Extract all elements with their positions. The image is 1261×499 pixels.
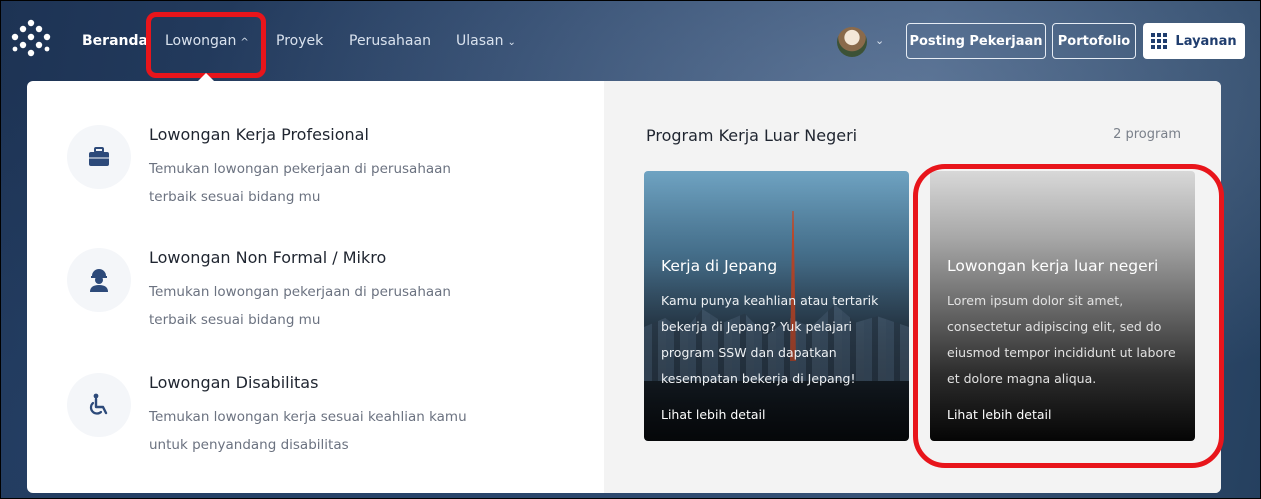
program-section: Program Kerja Luar Negeri 2 program Kerj…	[604, 81, 1221, 493]
worker-helmet-icon	[67, 248, 131, 312]
program-count: 2 program	[1113, 127, 1181, 142]
nav-proyek-label: Proyek	[276, 33, 324, 49]
nav-beranda-label: Beranda	[82, 33, 148, 49]
nav-ulasan-label: Ulasan	[456, 33, 504, 49]
nav-perusahaan-label: Perusahaan	[349, 33, 431, 49]
logo-icon[interactable]	[11, 19, 51, 59]
nav-perusahaan[interactable]: Perusahaan	[349, 33, 431, 49]
chevron-down-icon[interactable]: ⌄	[875, 34, 884, 47]
program-section-title: Program Kerja Luar Negeri	[646, 126, 858, 145]
program-card-overseas[interactable]: Lowongan kerja luar negeri Lorem ipsum d…	[930, 171, 1195, 441]
lowongan-dropdown-panel: Lowongan Kerja Profesional Temukan lowon…	[27, 81, 1221, 493]
grid-menu-icon	[1151, 33, 1168, 49]
page-frame: Beranda Lowongan ^ Proyek Perusahaan Ulas…	[0, 0, 1261, 499]
job-category-menu: Lowongan Kerja Profesional Temukan lowon…	[27, 81, 604, 493]
chevron-down-icon: ⌄	[507, 37, 516, 48]
portfolio-label: Portofolio	[1057, 33, 1131, 49]
program-card-detail-link[interactable]: Lihat lebih detail	[661, 407, 766, 422]
program-card-title: Lowongan kerja luar negeri	[947, 257, 1159, 275]
menu-item-disabilitas[interactable]: Lowongan Disabilitas Temukan lowongan ke…	[67, 373, 567, 483]
program-card-detail-link[interactable]: Lihat lebih detail	[947, 407, 1052, 422]
top-navigation-bar: Beranda Lowongan ^ Proyek Perusahaan Ulas…	[1, 1, 1260, 81]
nav-beranda[interactable]: Beranda	[82, 33, 148, 49]
menu-item-title: Lowongan Disabilitas	[149, 373, 319, 392]
program-card-desc: Kamu punya keahlian atau tertarik bekerj…	[661, 293, 879, 386]
services-label: Layanan	[1175, 33, 1237, 49]
nav-lowongan-label: Lowongan	[165, 33, 237, 49]
menu-item-desc: Temukan lowongan kerja sesuai keahlian k…	[149, 409, 467, 453]
menu-item-title: Lowongan Kerja Profesional	[149, 125, 369, 144]
nav-proyek[interactable]: Proyek	[276, 33, 323, 49]
briefcase-icon	[67, 125, 131, 189]
nav-ulasan[interactable]: Ulasan ⌄	[456, 33, 516, 49]
post-job-label: Posting Pekerjaan	[909, 33, 1043, 49]
menu-item-desc: Temukan lowongan pekerjaan di perusahaan…	[149, 284, 451, 328]
menu-item-desc: Temukan lowongan pekerjaan di perusahaan…	[149, 161, 451, 205]
menu-item-non-formal[interactable]: Lowongan Non Formal / Mikro Temukan lowo…	[67, 248, 567, 358]
program-card-desc: Lorem ipsum dolor sit amet, consectetur …	[947, 293, 1176, 386]
nav-lowongan[interactable]: Lowongan ^	[165, 33, 249, 49]
services-button[interactable]: Layanan	[1143, 23, 1245, 59]
program-card-title: Kerja di Jepang	[661, 257, 778, 275]
wheelchair-icon	[67, 373, 131, 437]
portfolio-button[interactable]: Portofolio	[1052, 23, 1136, 59]
menu-item-profesional[interactable]: Lowongan Kerja Profesional Temukan lowon…	[67, 125, 567, 235]
menu-item-title: Lowongan Non Formal / Mikro	[149, 248, 387, 267]
post-job-button[interactable]: Posting Pekerjaan	[906, 23, 1046, 59]
chevron-up-icon: ^	[240, 37, 249, 48]
program-card-japan[interactable]: Kerja di Jepang Kamu punya keahlian atau…	[644, 171, 909, 441]
avatar[interactable]	[837, 27, 867, 57]
